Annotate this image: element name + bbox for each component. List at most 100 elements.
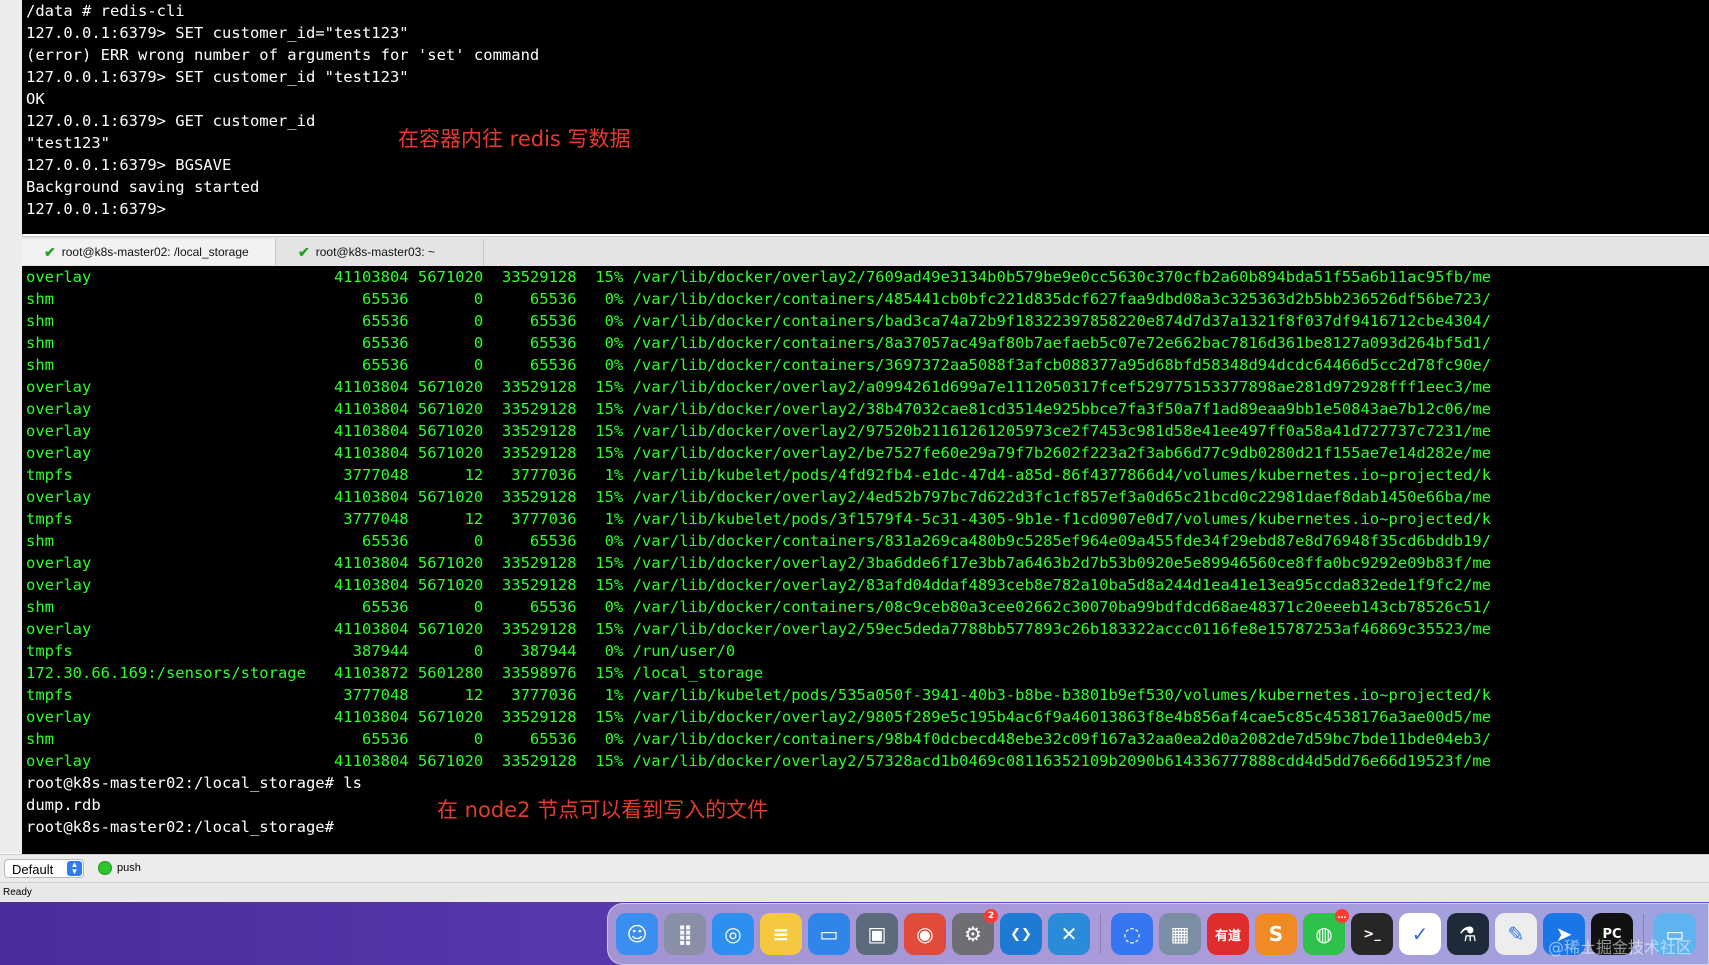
- prompt-line: root@k8s-master02:/local_storage# ls: [26, 774, 362, 792]
- df-output-row: overlay 41103804 5671020 33529128 15% /v…: [26, 488, 1492, 506]
- tab-k8s-master03[interactable]: ✔ root@k8s-master03: ~: [276, 239, 484, 265]
- df-output-row: overlay 41103804 5671020 33529128 15% /v…: [26, 576, 1492, 594]
- dock-glyph: ✓: [1411, 922, 1429, 946]
- dock-glyph: ▭: [819, 922, 839, 946]
- terminal-line: 127.0.0.1:6379> SET customer_id "test123…: [26, 68, 409, 86]
- df-output-row: shm 65536 0 65536 0% /var/lib/docker/con…: [26, 334, 1492, 352]
- df-output-row: overlay 41103804 5671020 33529128 15% /v…: [26, 620, 1492, 638]
- profile-select[interactable]: Default ▲ ▼: [4, 859, 84, 878]
- dock-glyph: ⚙: [964, 922, 982, 946]
- terminal-tab-bar: ✔ root@k8s-master02: /local_storage ✔ ro…: [22, 236, 1709, 268]
- vscode-insiders-icon[interactable]: ✕: [1048, 913, 1090, 955]
- annotation-top: 在容器内往 redis 写数据: [398, 127, 631, 151]
- launchpad-icon[interactable]: ⣿: [664, 913, 706, 955]
- df-output-row: shm 65536 0 65536 0% /var/lib/docker/con…: [26, 312, 1492, 330]
- df-output-row: tmpfs 387944 0 387944 0% /run/user/0: [26, 642, 736, 660]
- dock-glyph: ◎: [724, 922, 742, 946]
- vscode-icon[interactable]: ❮❯: [1000, 913, 1042, 955]
- dock-separator: [1100, 914, 1101, 954]
- tick-tick-icon[interactable]: ✓: [1399, 913, 1441, 955]
- dock-glyph: ◉: [916, 922, 934, 946]
- dock-glyph: ❮❯: [1010, 926, 1032, 942]
- df-output-row: shm 65536 0 65536 0% /var/lib/docker/con…: [26, 532, 1492, 550]
- notification-badge: 2: [984, 909, 998, 923]
- terminal-pane-bottom[interactable]: overlay 41103804 5671020 33529128 15% /v…: [22, 266, 1709, 854]
- terminal-icon[interactable]: >_: [1351, 913, 1393, 955]
- dock: ☺ ⣿ ◎ ≡ ▭ ▣ ◉ ⚙ 2 ❮❯ ✕ ◌ ▦ 有道 S ◍… >_ ✓ ⚗ ✎ ➤ PC ▭: [607, 903, 1709, 965]
- lab-icon[interactable]: ⚗: [1447, 913, 1489, 955]
- prompt-line: dump.rdb: [26, 796, 101, 814]
- dock-glyph: ⚗: [1459, 922, 1477, 946]
- wechat-icon[interactable]: ◍…: [1303, 909, 1349, 955]
- status-bar: Ready: [0, 882, 1709, 902]
- terminal-line: 127.0.0.1:6379> BGSAVE: [26, 156, 232, 174]
- df-output-row: shm 65536 0 65536 0% /var/lib/docker/con…: [26, 730, 1492, 748]
- tab-label: root@k8s-master02: /local_storage: [61, 245, 249, 259]
- df-output-row: overlay 41103804 5671020 33529128 15% /v…: [26, 554, 1492, 572]
- df-output-row: overlay 41103804 5671020 33529128 15% /v…: [26, 422, 1492, 440]
- dock-glyph: ◌: [1123, 922, 1141, 946]
- dock-glyph: ☺: [626, 922, 648, 946]
- notification-badge: …: [1335, 909, 1349, 923]
- df-output-row: overlay 41103804 5671020 33529128 15% /v…: [26, 378, 1492, 396]
- df-output-row: shm 65536 0 65536 0% /var/lib/docker/con…: [26, 356, 1492, 374]
- df-output-row: 172.30.66.169:/sensors/storage 41103872 …: [26, 664, 764, 682]
- dock-glyph: ✎: [1507, 922, 1525, 946]
- youdao-icon[interactable]: 有道: [1207, 913, 1249, 955]
- df-output-row: overlay 41103804 5671020 33529128 15% /v…: [26, 268, 1492, 286]
- tab-label: root@k8s-master03: ~: [315, 245, 435, 259]
- terminal-line: (error) ERR wrong number of arguments fo…: [26, 46, 540, 64]
- check-icon: ✔: [44, 243, 56, 260]
- watermark: @稀土掘金技术社区: [1548, 938, 1693, 957]
- annotation-bottom: 在 node2 节点可以看到写入的文件: [437, 798, 769, 822]
- terminal-line: 127.0.0.1:6379> GET customer_id: [26, 112, 316, 130]
- dock-glyph: ⣿: [677, 922, 693, 946]
- screen: /data # redis-cli 127.0.0.1:6379> SET cus…: [0, 0, 1709, 965]
- finder-icon[interactable]: ☺: [616, 913, 658, 955]
- profile-select-value: Default: [12, 862, 54, 877]
- dock-glyph: >_: [1363, 926, 1381, 942]
- notes-icon[interactable]: ≡: [760, 913, 802, 955]
- session-toolbar: Default ▲ ▼ push: [0, 854, 1709, 883]
- window-left-gutter: [0, 0, 23, 853]
- preview-icon[interactable]: ▣: [856, 913, 898, 955]
- terminal-line: Background saving started: [26, 178, 260, 196]
- terminal-line: 127.0.0.1:6379> SET customer_id="test123…: [26, 24, 409, 42]
- terminal-line: "test123": [26, 134, 110, 152]
- prompt-line: root@k8s-master02:/local_storage#: [26, 818, 334, 836]
- df-output-row: shm 65536 0 65536 0% /var/lib/docker/con…: [26, 290, 1492, 308]
- dock-glyph: ≡: [772, 922, 790, 946]
- df-output-row: tmpfs 3777048 12 3777036 1% /var/lib/kub…: [26, 686, 1492, 704]
- dock-glyph: ◍: [1315, 922, 1333, 946]
- dock-glyph: ✕: [1060, 922, 1078, 946]
- terminal-line: OK: [26, 90, 45, 108]
- status-dot-icon: [98, 861, 112, 875]
- status-text: Ready: [3, 887, 32, 898]
- safari-icon[interactable]: ◎: [712, 913, 754, 955]
- df-output-row: shm 65536 0 65536 0% /var/lib/docker/con…: [26, 598, 1492, 616]
- push-label: push: [117, 862, 141, 874]
- dock-glyph: ▣: [867, 922, 887, 946]
- df-output-row: overlay 41103804 5671020 33529128 15% /v…: [26, 400, 1492, 418]
- dock-glyph: 有道: [1214, 928, 1241, 944]
- feishu-icon[interactable]: ◌: [1111, 913, 1153, 955]
- push-button[interactable]: push: [98, 861, 141, 875]
- tab-k8s-master02[interactable]: ✔ root@k8s-master02: /local_storage: [22, 239, 276, 265]
- terminal-pane-top[interactable]: /data # redis-cli 127.0.0.1:6379> SET cus…: [22, 0, 1709, 234]
- df-output-row: tmpfs 3777048 12 3777036 1% /var/lib/kub…: [26, 510, 1492, 528]
- finder-window-icon[interactable]: ▦: [1159, 913, 1201, 955]
- dock-glyph: ▦: [1170, 922, 1190, 946]
- select-arrows-icon: ▲ ▼: [67, 861, 82, 876]
- df-output-row: overlay 41103804 5671020 33529128 15% /v…: [26, 752, 1492, 770]
- df-output-row: overlay 41103804 5671020 33529128 15% /v…: [26, 708, 1492, 726]
- df-output-row: tmpfs 3777048 12 3777036 1% /var/lib/kub…: [26, 466, 1492, 484]
- keynote-icon[interactable]: ▭: [808, 913, 850, 955]
- sublime-icon[interactable]: S: [1255, 913, 1297, 955]
- textedit-icon[interactable]: ✎: [1495, 913, 1537, 955]
- dock-glyph: S: [1268, 922, 1284, 946]
- system-preferences-icon[interactable]: ⚙ 2: [952, 909, 998, 955]
- terminal-line: /data # redis-cli: [26, 2, 185, 20]
- check-icon: ✔: [298, 243, 310, 260]
- chrome-icon[interactable]: ◉: [904, 913, 946, 955]
- terminal-line: 127.0.0.1:6379>: [26, 200, 166, 218]
